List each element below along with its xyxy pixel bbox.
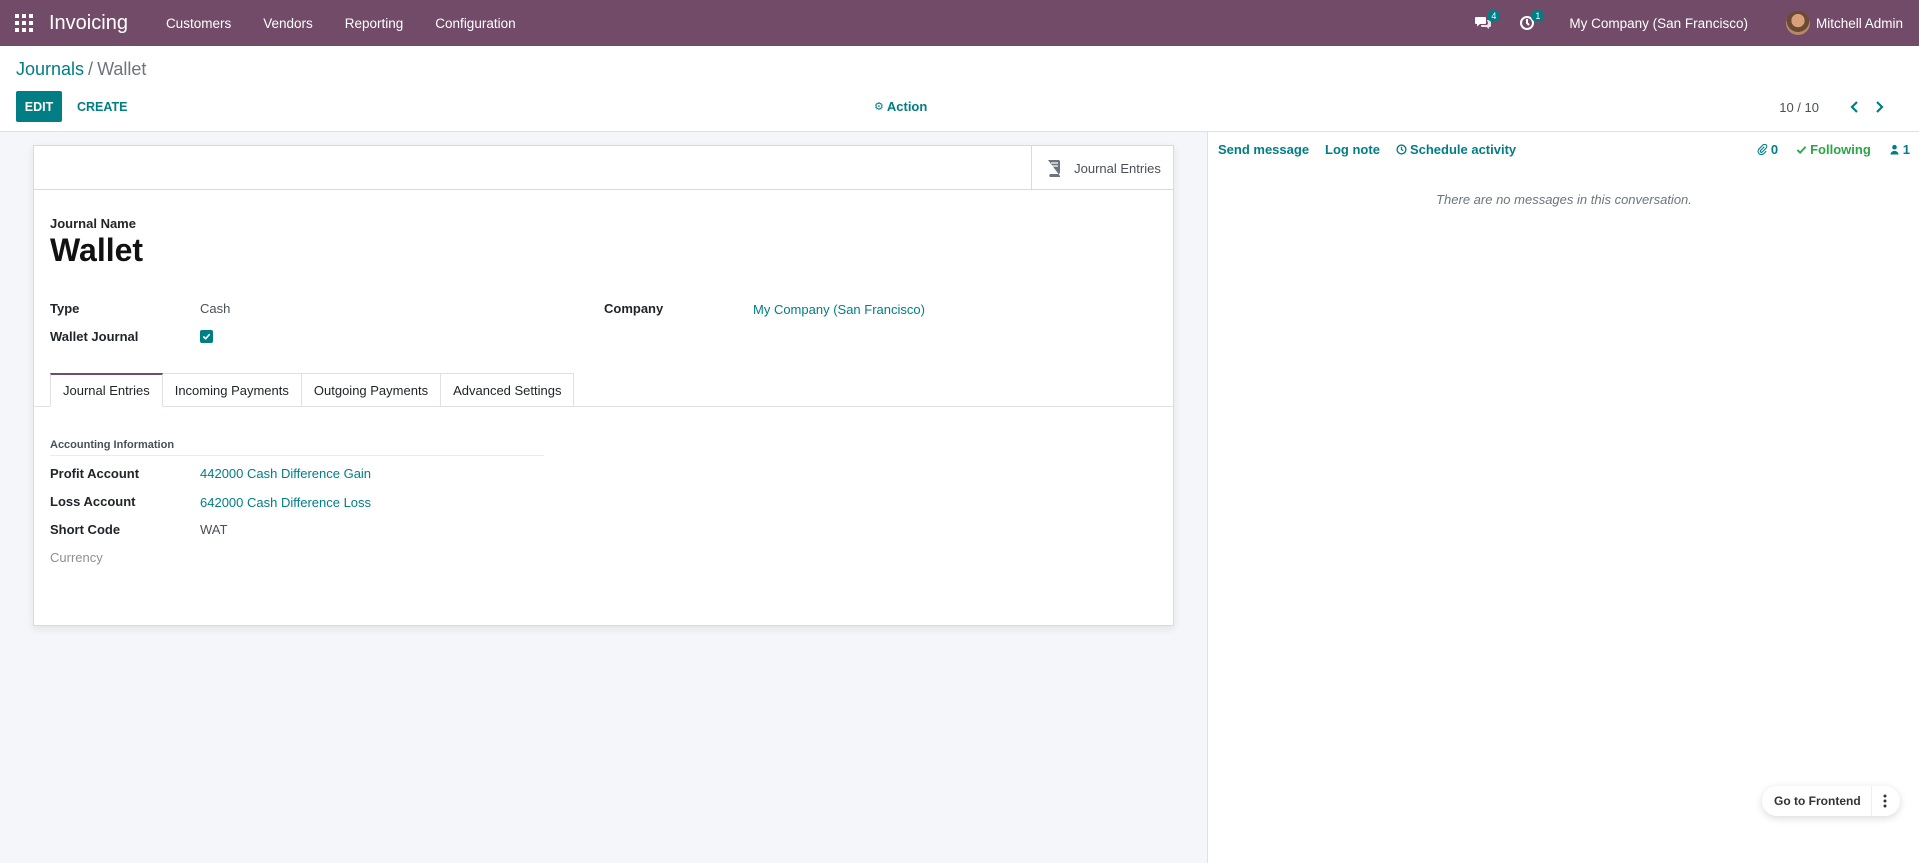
profit-account-link[interactable]: 442000 Cash Difference Gain bbox=[200, 466, 371, 481]
company-value-link[interactable]: My Company (San Francisco) bbox=[753, 302, 925, 317]
edit-button[interactable]: EDIT bbox=[16, 91, 62, 122]
tab-outgoing-payments[interactable]: Outgoing Payments bbox=[301, 373, 442, 407]
messages-badge: 4 bbox=[1487, 10, 1501, 22]
tab-journal-entries[interactable]: Journal Entries bbox=[50, 373, 163, 407]
tab-incoming-payments[interactable]: Incoming Payments bbox=[162, 373, 302, 407]
form-sheet: Journal Entries Journal Name Wallet Type… bbox=[33, 145, 1174, 626]
wallet-journal-label: Wallet Journal bbox=[50, 329, 139, 344]
check-icon bbox=[1796, 145, 1807, 154]
more-options-button[interactable] bbox=[1872, 786, 1898, 816]
chatter: Send message Log note Schedule activity … bbox=[1207, 132, 1919, 863]
avatar bbox=[1785, 11, 1810, 35]
control-panel: Journals / Wallet EDIT CREATE ⚙ Action 10 … bbox=[0, 46, 1919, 132]
book-icon bbox=[1048, 160, 1061, 177]
company-label: Company bbox=[604, 301, 664, 316]
journal-entries-smart-button[interactable]: Journal Entries bbox=[1031, 146, 1173, 190]
go-to-frontend-button[interactable]: Go to Frontend bbox=[1762, 786, 1872, 816]
pager: 10 / 10 bbox=[1779, 98, 1889, 116]
following-label: Following bbox=[1810, 141, 1871, 157]
checkmark-icon bbox=[202, 333, 211, 340]
top-navbar: Invoicing Customers Vendors Reporting Co… bbox=[0, 0, 1919, 46]
short-code-value: WAT bbox=[200, 522, 228, 537]
messaging-menu[interactable]: 4 bbox=[1465, 0, 1501, 46]
schedule-activity-label: Schedule activity bbox=[1409, 141, 1517, 157]
user-icon bbox=[1890, 144, 1899, 155]
app-name[interactable]: Invoicing bbox=[49, 12, 128, 35]
attachments-count: 0 bbox=[1770, 141, 1779, 157]
no-messages-text: There are no messages in this conversati… bbox=[1436, 192, 1692, 207]
short-code-label: Short Code bbox=[50, 522, 121, 537]
breadcrumb: Journals / Wallet bbox=[16, 59, 146, 80]
followers-button[interactable]: 1 bbox=[1889, 142, 1910, 157]
loss-account-label: Loss Account bbox=[50, 494, 136, 509]
tab-advanced-settings[interactable]: Advanced Settings bbox=[441, 373, 575, 407]
action-label: Action bbox=[886, 99, 928, 114]
frontend-widget: Go to Frontend bbox=[1762, 786, 1900, 816]
clock-icon bbox=[1396, 143, 1407, 155]
user-menu[interactable]: Mitchell Admin bbox=[1785, 11, 1903, 35]
menu-item-customers[interactable]: Customers bbox=[150, 16, 247, 31]
chatter-topbar: Send message Log note Schedule activity … bbox=[1208, 132, 1919, 166]
log-note-button[interactable]: Log note bbox=[1325, 142, 1380, 157]
breadcrumb-separator: / bbox=[88, 59, 94, 79]
menu-item-reporting[interactable]: Reporting bbox=[329, 16, 420, 31]
chevron-right-icon bbox=[1876, 101, 1884, 113]
attachments-button[interactable]: 0 bbox=[1757, 142, 1778, 157]
pager-value[interactable]: 10 / 10 bbox=[1779, 100, 1819, 115]
accounting-information-title: Accounting Information bbox=[50, 439, 544, 456]
type-label: Type bbox=[50, 301, 80, 316]
paperclip-icon bbox=[1757, 143, 1768, 155]
breadcrumb-journals-link[interactable]: Journals bbox=[16, 59, 84, 79]
activity-menu[interactable]: 1 bbox=[1509, 0, 1545, 46]
apps-menu-icon[interactable] bbox=[0, 0, 48, 46]
main-menu: Customers Vendors Reporting Configuratio… bbox=[150, 16, 532, 31]
pager-next-button[interactable] bbox=[1871, 98, 1889, 116]
profit-account-label: Profit Account bbox=[50, 466, 140, 481]
create-button[interactable]: CREATE bbox=[77, 91, 127, 122]
vertical-dots-icon bbox=[1883, 794, 1887, 808]
wallet-journal-checkbox bbox=[200, 330, 213, 343]
loss-account-link[interactable]: 642000 Cash Difference Loss bbox=[200, 495, 371, 510]
followers-count: 1 bbox=[1902, 141, 1910, 157]
user-name: Mitchell Admin bbox=[1815, 15, 1903, 31]
menu-item-configuration[interactable]: Configuration bbox=[419, 16, 531, 31]
button-box: Journal Entries bbox=[34, 146, 1173, 190]
smart-button-label: Journal Entries bbox=[1074, 160, 1161, 176]
breadcrumb-current: Wallet bbox=[97, 59, 147, 79]
currency-label: Currency bbox=[50, 550, 103, 565]
journal-name-value: Wallet bbox=[50, 232, 144, 268]
notebook-tabs: Journal Entries Incoming Payments Outgoi… bbox=[50, 373, 575, 407]
activities-badge: 1 bbox=[1531, 10, 1545, 22]
following-button[interactable]: Following bbox=[1796, 142, 1871, 157]
schedule-activity-button[interactable]: Schedule activity bbox=[1396, 142, 1516, 157]
action-menu-button[interactable]: ⚙ Action bbox=[874, 99, 927, 114]
pager-previous-button[interactable] bbox=[1845, 98, 1863, 116]
menu-item-vendors[interactable]: Vendors bbox=[247, 16, 329, 31]
journal-name-label: Journal Name bbox=[50, 216, 136, 231]
chevron-left-icon bbox=[1850, 101, 1858, 113]
send-message-button[interactable]: Send message bbox=[1218, 142, 1309, 157]
company-switcher[interactable]: My Company (San Francisco) bbox=[1569, 16, 1748, 31]
gear-icon: ⚙ bbox=[874, 101, 884, 113]
type-value: Cash bbox=[200, 301, 231, 316]
